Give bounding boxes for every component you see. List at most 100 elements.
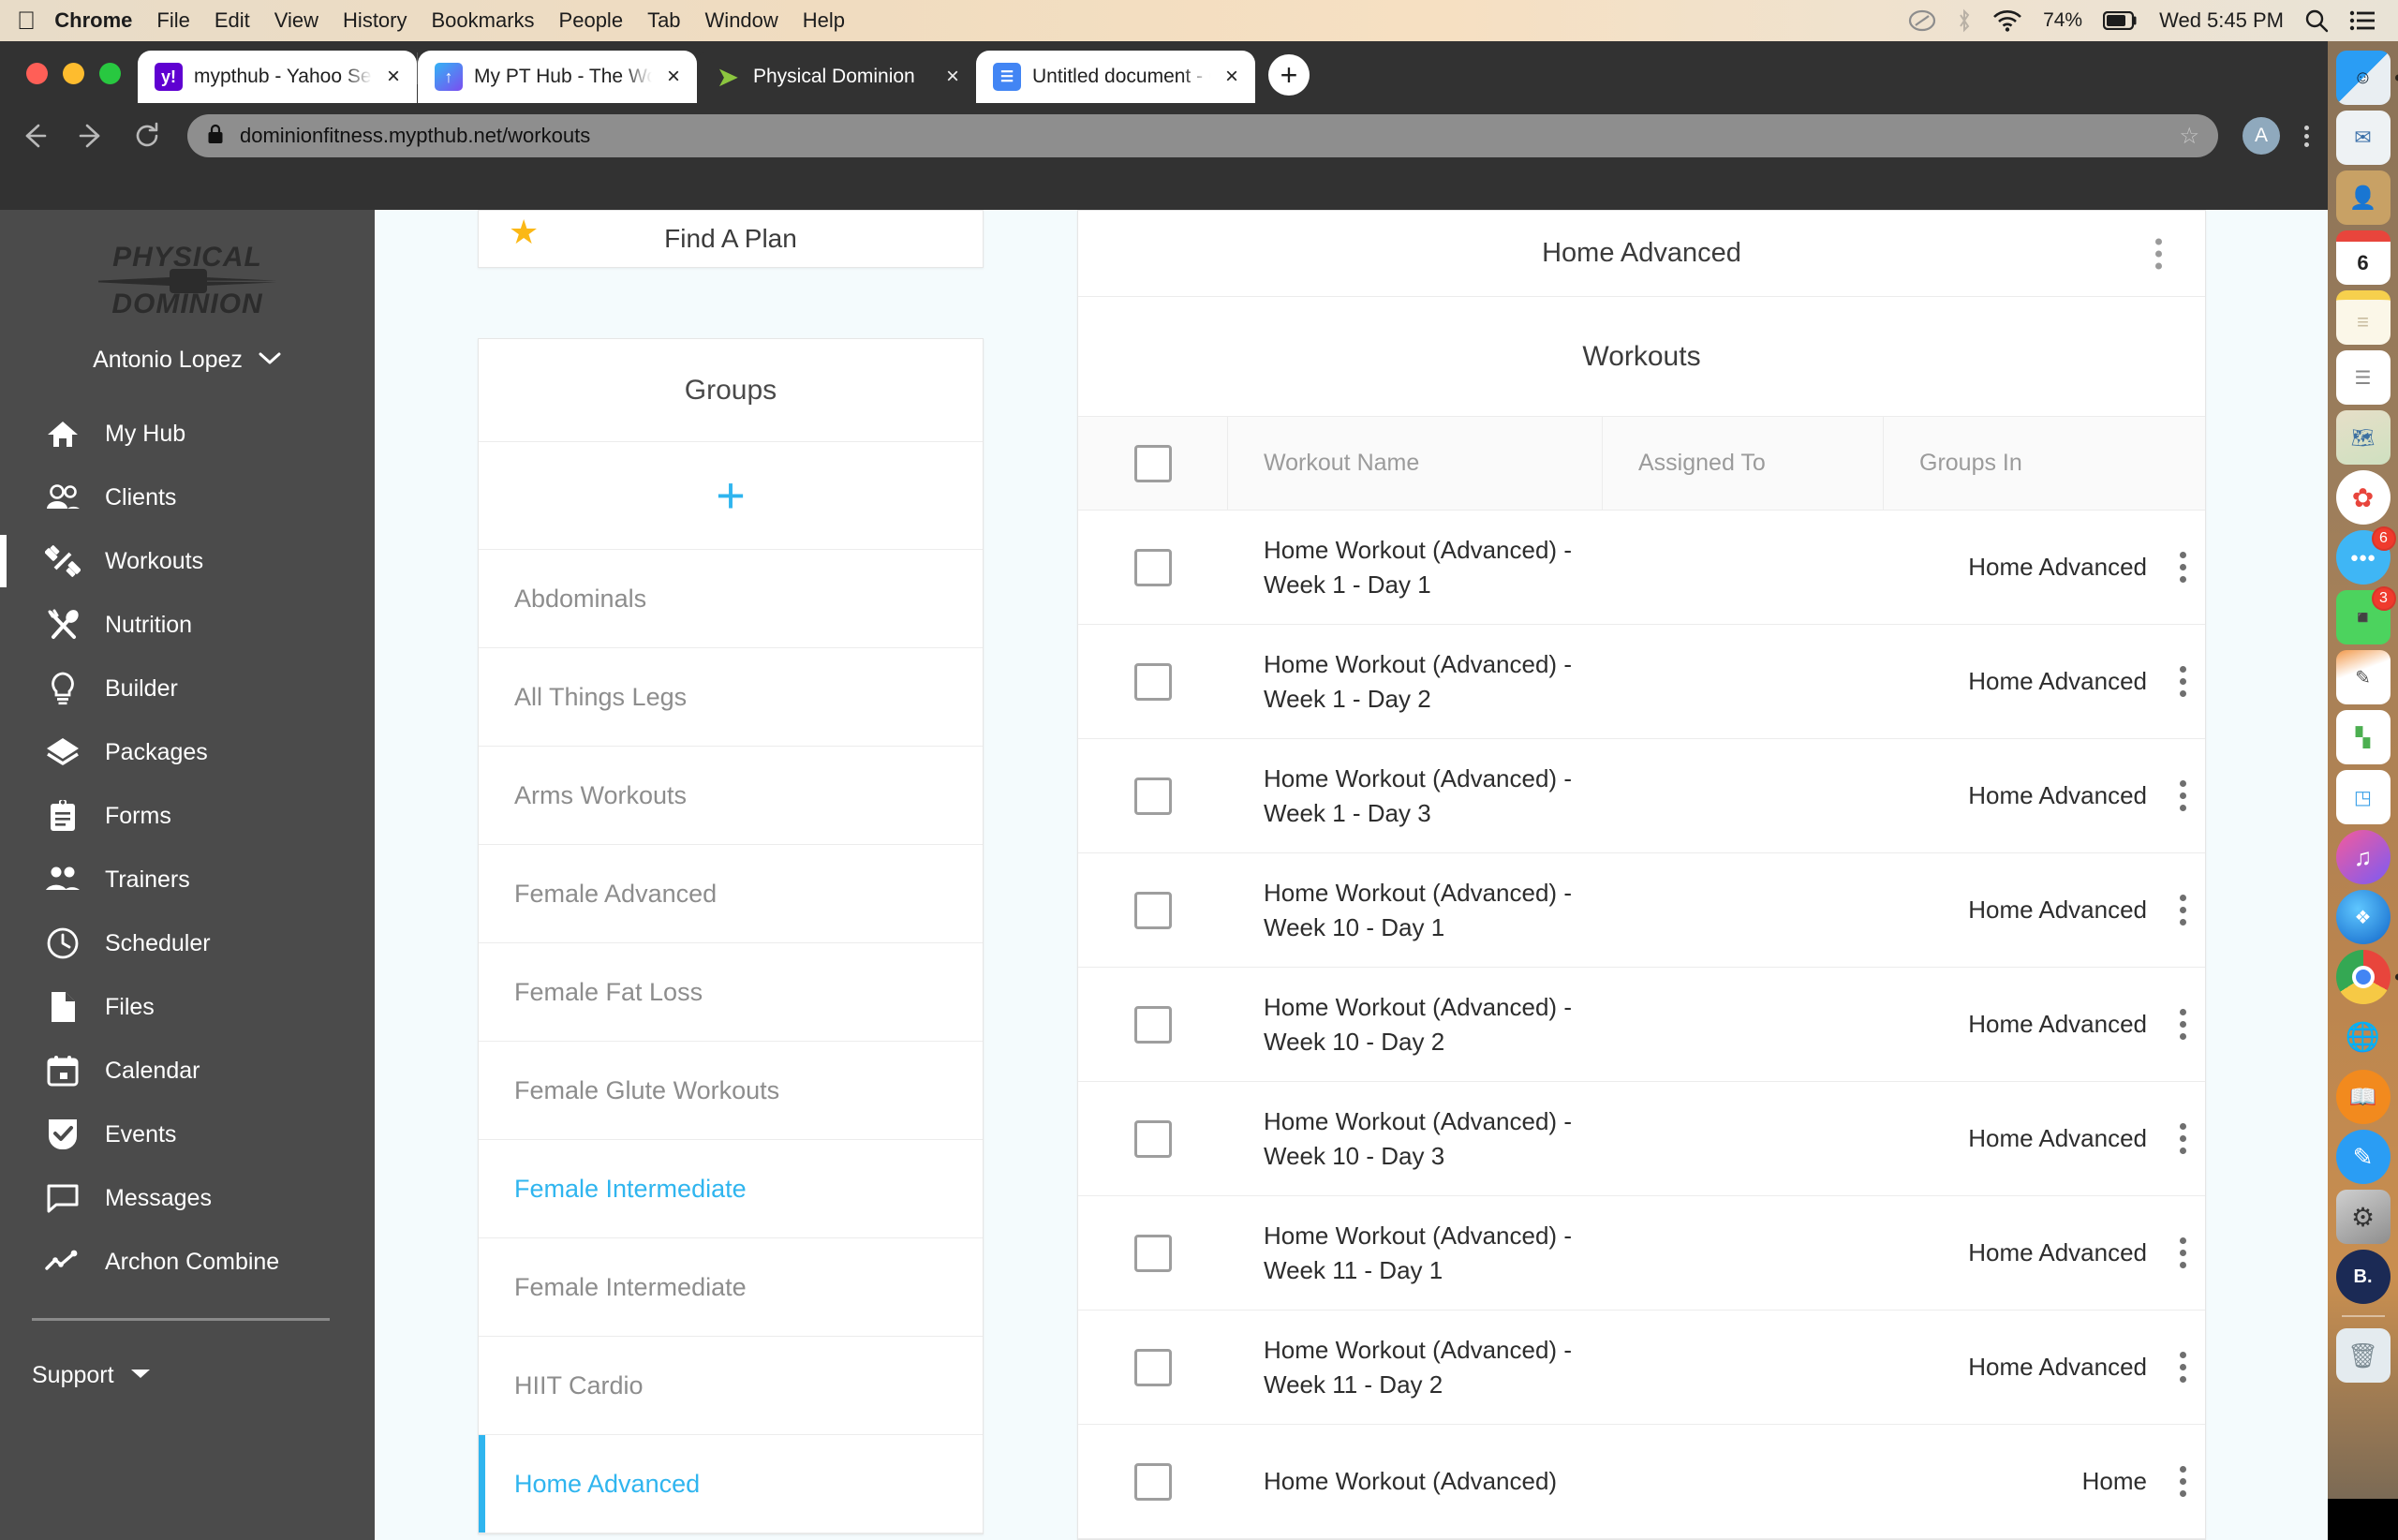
numbers-icon[interactable]: ▚ [2335,710,2391,764]
sidebar-item-my-hub[interactable]: My Hub [0,402,375,466]
sidebar-item-builder[interactable]: Builder [0,657,375,720]
battery-icon[interactable] [2103,11,2139,30]
group-item-female-fat-loss[interactable]: Female Fat Loss [479,943,983,1042]
row-checkbox-cell[interactable] [1078,1119,1228,1158]
sidebar-item-nutrition[interactable]: Nutrition [0,593,375,657]
row-checkbox[interactable] [1134,1119,1172,1158]
group-item-all-things-legs[interactable]: All Things Legs [479,648,983,747]
calendar-icon[interactable]: 6 [2335,230,2391,285]
table-row[interactable]: Home Workout (Advanced) - Week 1 - Day 3… [1078,739,2205,853]
sidebar-item-scheduler[interactable]: Scheduler [0,911,375,975]
sidebar-item-events[interactable]: Events [0,1103,375,1166]
sidebar-item-clients[interactable]: Clients [0,466,375,529]
tab-yahoo-search[interactable]: y! mypthub - Yahoo Search Resul × [138,51,417,103]
close-tab-button[interactable]: × [1221,66,1242,88]
app-store-icon[interactable]: ✎ [2335,1130,2391,1184]
wifi-icon[interactable] [1992,9,2022,32]
table-row[interactable]: Home Workout (Advanced) - Week 1 - Day 2… [1078,625,2205,739]
menu-item-chrome[interactable]: Chrome [54,8,132,33]
table-row[interactable]: Home Workout (Advanced) - Week 11 - Day … [1078,1310,2205,1425]
maximize-window-button[interactable] [99,63,121,84]
contacts-icon[interactable]: 👤 [2335,170,2391,225]
notes-icon[interactable]: ≡ [2335,290,2391,345]
row-menu-button[interactable] [2160,1123,2205,1154]
tab-physical-dominion[interactable]: ➤ Physical Dominion × [697,51,976,103]
table-row[interactable]: Home Workout (Advanced) - Week 10 - Day … [1078,968,2205,1082]
table-row[interactable]: Home Workout (Advanced) Home [1078,1425,2205,1539]
system-preferences-icon[interactable]: ⚙ [2335,1190,2391,1244]
trash-icon[interactable]: 🗑 [2335,1328,2391,1383]
menu-item-view[interactable]: View [274,8,318,33]
close-window-button[interactable] [26,63,48,84]
messages-icon[interactable]: ●●● 6 [2335,526,2396,585]
secure-browser-icon[interactable]: 🌐 [2336,1010,2391,1064]
support-menu[interactable]: Support [0,1321,375,1389]
row-menu-button[interactable] [2160,1466,2205,1497]
row-checkbox[interactable] [1134,1348,1172,1386]
apple-icon[interactable]:  [17,7,36,34]
mail-icon[interactable]: ✉ [2335,111,2391,165]
three-dot-menu-icon[interactable] [2155,238,2162,269]
three-dot-menu-icon[interactable] [2304,125,2309,147]
safari-icon[interactable]: ❖ [2335,890,2391,944]
table-row[interactable]: Home Workout (Advanced) - Week 10 - Day … [1078,853,2205,968]
row-checkbox[interactable] [1134,1234,1172,1272]
row-checkbox-cell[interactable] [1078,548,1228,586]
menu-item-bookmarks[interactable]: Bookmarks [432,8,535,33]
row-checkbox[interactable] [1134,662,1172,701]
tab-google-docs[interactable]: ☰ Untitled document - Google Do × [976,51,1255,103]
group-item-female-advanced[interactable]: Female Advanced [479,845,983,943]
menu-item-help[interactable]: Help [803,8,845,33]
menu-item-history[interactable]: History [343,8,407,33]
avatar[interactable]: A [2243,117,2280,155]
select-all-checkbox[interactable] [1133,444,1172,482]
chrome-icon[interactable] [2335,950,2398,1004]
menu-item-edit[interactable]: Edit [215,8,250,33]
url-text[interactable]: dominionfitness.mypthub.net/workouts [240,124,2164,148]
tab-my-pt-hub[interactable]: ↑ My PT Hub - The World's Numl × [418,51,697,103]
sidebar-item-archon-combine[interactable]: Archon Combine [0,1230,375,1294]
ibooks-icon[interactable]: 📖 [2335,1070,2391,1124]
creative-cloud-icon[interactable] [1908,9,1936,32]
photos-icon[interactable]: ✿ [2335,470,2391,525]
row-checkbox-cell[interactable] [1078,777,1228,815]
column-header-assigned-to[interactable]: Assigned To [1603,417,1884,510]
find-a-plan-card[interactable]: ★ Find A Plan [478,210,984,268]
group-item-female-intermediate[interactable]: Female Intermediate [479,1238,983,1337]
row-checkbox[interactable] [1134,777,1172,815]
row-menu-button[interactable] [2160,1009,2205,1040]
row-checkbox[interactable] [1134,1462,1172,1501]
sidebar-item-messages[interactable]: Messages [0,1166,375,1230]
table-row[interactable]: Home Workout (Advanced) - Week 10 - Day … [1078,1082,2205,1196]
window-controls[interactable] [9,63,138,103]
sidebar-item-forms[interactable]: Forms [0,784,375,848]
row-menu-button[interactable] [2160,895,2205,925]
group-item-hiit-cardio[interactable]: HIIT Cardio [479,1337,983,1435]
column-header-groups-in[interactable]: Groups In [1884,417,2205,510]
row-checkbox-cell[interactable] [1078,1348,1228,1386]
forward-arrow-icon[interactable] [75,120,107,152]
user-menu[interactable]: Antonio Lopez [0,328,375,398]
pages-icon[interactable]: ✎ [2335,650,2391,704]
close-tab-button[interactable]: × [942,66,963,88]
close-tab-button[interactable]: × [663,66,684,88]
control-center-icon[interactable] [2349,10,2376,31]
menu-item-file[interactable]: File [156,8,189,33]
backblaze-icon[interactable]: B. [2335,1250,2391,1304]
sidebar-item-calendar[interactable]: Calendar [0,1039,375,1103]
select-all-checkbox-cell[interactable] [1078,417,1228,510]
row-checkbox-cell[interactable] [1078,662,1228,701]
reload-icon[interactable] [131,120,163,152]
row-checkbox-cell[interactable] [1078,1462,1228,1501]
menu-bar-clock[interactable]: Wed 5:45 PM [2159,8,2284,33]
menu-item-window[interactable]: Window [705,8,778,33]
row-checkbox[interactable] [1134,1005,1172,1044]
table-row[interactable]: Home Workout (Advanced) - Week 11 - Day … [1078,1196,2205,1310]
reminders-icon[interactable]: ☰ [2335,350,2391,405]
finder-icon[interactable]: ☺ [2335,51,2398,105]
chevron-down-icon[interactable] [258,350,282,370]
sidebar-item-packages[interactable]: Packages [0,720,375,784]
row-checkbox-cell[interactable] [1078,891,1228,929]
facetime-icon[interactable]: ◾ 3 [2335,586,2396,644]
add-group-button[interactable]: + [479,442,983,550]
